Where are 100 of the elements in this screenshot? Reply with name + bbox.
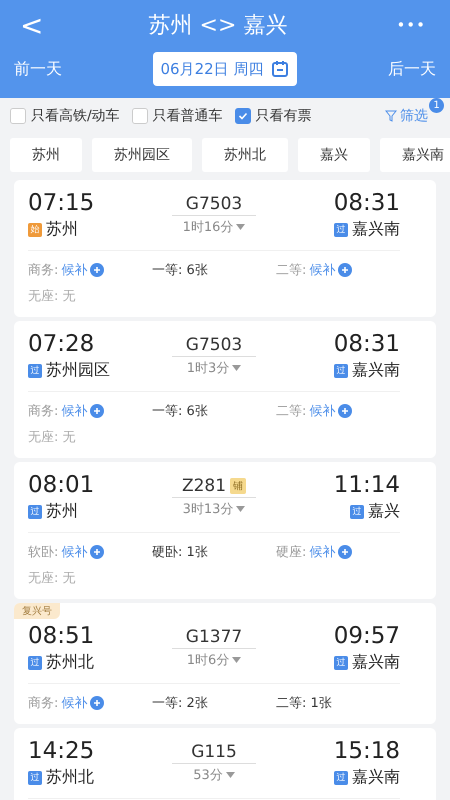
duration-button[interactable]: 3时13分 xyxy=(182,498,246,520)
seat-availability: 一等: 2张 xyxy=(152,695,208,712)
departure-station: 苏州园区 xyxy=(46,360,110,381)
page-title: 苏州 <> 嘉兴 xyxy=(148,12,288,40)
waitlist-button[interactable]: 候补 xyxy=(61,694,104,712)
seat-class: 商务: xyxy=(28,262,58,279)
seat-class: 商务: xyxy=(28,403,58,420)
more-button[interactable]: ••• xyxy=(386,16,436,34)
arrival-time: 09:57 xyxy=(334,623,400,649)
departure-time: 08:51 xyxy=(28,623,94,649)
seat-availability: 无座: 无 xyxy=(28,429,76,446)
train-card[interactable]: 07:28 过 苏州园区 G7503 1时3分 08:31 过 嘉兴南 商务: 候补 一等: 6张 二等: 候补 无座: 无 xyxy=(14,321,436,458)
station-tag: 过 xyxy=(334,364,348,378)
arrival-station: 嘉兴南 xyxy=(352,360,400,381)
departure-time: 07:28 xyxy=(28,331,94,357)
station-chip[interactable]: 嘉兴南 xyxy=(380,138,450,172)
waitlist-button[interactable]: 候补 xyxy=(61,543,104,561)
departure-time: 08:01 xyxy=(28,472,94,498)
departure-station: 苏州 xyxy=(46,219,78,240)
caret-icon xyxy=(232,657,242,663)
arrival-station: 嘉兴南 xyxy=(352,767,400,788)
arrival-time: 11:14 xyxy=(334,472,400,498)
train-number: G1377 xyxy=(186,627,242,647)
calendar-icon xyxy=(271,60,290,78)
seat-class: 二等: xyxy=(276,262,306,279)
train-number: G115 xyxy=(191,742,237,762)
waitlist-button[interactable]: 候补 xyxy=(309,402,352,420)
train-card[interactable]: 复兴号 08:51 过 苏州北 G1377 1时6分 09:57 过 嘉兴南 商务: 候补 一等: 2张 二等: 1张 xyxy=(14,603,436,724)
duration-button[interactable]: 1时6分 xyxy=(186,649,242,671)
seat-availability: 硬卧: 1张 xyxy=(152,544,208,561)
date-picker[interactable]: 06月22日 周四 xyxy=(152,52,298,86)
next-day-button[interactable]: 后一天 xyxy=(388,58,436,80)
seat-availability: 无座: 无 xyxy=(28,288,76,305)
seat-availability: 一等: 6张 xyxy=(152,403,208,420)
arrival-station: 嘉兴 xyxy=(368,501,400,522)
seat-availability: 无座: 无 xyxy=(28,570,76,587)
seat-class: 二等: xyxy=(276,403,306,420)
filter-icon xyxy=(385,110,397,122)
station-tag: 过 xyxy=(334,770,348,784)
waitlist-button[interactable]: 候补 xyxy=(61,402,104,420)
seat-class: 软卧: xyxy=(28,544,58,561)
plus-icon xyxy=(338,545,352,559)
plus-icon xyxy=(90,696,104,710)
duration-button[interactable]: 53分 xyxy=(193,764,235,786)
station-chip[interactable]: 苏州北 xyxy=(202,138,288,172)
train-card[interactable]: 08:01 过 苏州 Z281 铺 3时13分 11:14 过 嘉兴 软卧: 候补 硬卧: 1张 硬座: 候补 无座: 无 xyxy=(14,462,436,599)
station-tag: 始 xyxy=(28,222,42,236)
seat-class: 硬座: xyxy=(276,544,306,561)
train-card[interactable]: 07:15 始 苏州 G7503 1时16分 08:31 过 嘉兴南 商务: 候补 一等: 6张 二等: 候补 无座: 无 xyxy=(14,180,436,317)
waitlist-button[interactable]: 候补 xyxy=(309,261,352,279)
train-card[interactable]: 14:25 过 苏州北 G115 53分 15:18 过 嘉兴南 xyxy=(14,728,436,800)
arrival-station: 嘉兴南 xyxy=(352,652,400,673)
waitlist-button[interactable]: 候补 xyxy=(61,261,104,279)
seat-class: 商务: xyxy=(28,695,58,712)
station-tag: 过 xyxy=(28,770,42,784)
departure-station: 苏州北 xyxy=(46,767,94,788)
duration-button[interactable]: 1时16分 xyxy=(182,216,246,238)
filter-checkbox[interactable]: 只看有票 xyxy=(234,107,312,125)
train-number: Z281 xyxy=(182,476,226,496)
check-icon xyxy=(238,111,248,121)
seat-availability: 二等: 1张 xyxy=(276,695,332,712)
waitlist-button[interactable]: 候补 xyxy=(309,543,352,561)
station-tag: 过 xyxy=(334,656,348,670)
plus-icon xyxy=(90,404,104,418)
filter-checkbox[interactable]: 只看高铁/动车 xyxy=(10,107,120,125)
caret-icon xyxy=(236,224,246,230)
train-number: G7503 xyxy=(186,335,242,355)
previous-day-button[interactable]: 前一天 xyxy=(14,58,62,80)
station-chip[interactable]: 苏州园区 xyxy=(92,138,192,172)
plus-icon xyxy=(338,404,352,418)
arrival-time: 15:18 xyxy=(334,738,400,764)
plus-icon xyxy=(90,545,104,559)
station-tag: 过 xyxy=(350,504,364,518)
arrival-time: 08:31 xyxy=(334,331,400,357)
station-tag: 过 xyxy=(334,222,348,236)
filter-button[interactable]: 筛选 xyxy=(381,107,432,125)
departure-time: 14:25 xyxy=(28,738,94,764)
count-badge: 1 xyxy=(429,98,444,113)
station-chip[interactable]: 苏州 xyxy=(10,138,82,172)
departure-time: 07:15 xyxy=(28,190,94,216)
caret-icon xyxy=(232,365,242,371)
departure-station: 苏州 xyxy=(46,501,78,522)
departure-station: 苏州北 xyxy=(46,652,94,673)
plus-icon xyxy=(338,263,352,277)
berth-tag: 铺 xyxy=(230,478,246,494)
train-number: G7503 xyxy=(186,194,242,214)
arrival-time: 08:31 xyxy=(334,190,400,216)
duration-button[interactable]: 1时3分 xyxy=(186,357,242,379)
filter-checkbox[interactable]: 只看普通车 xyxy=(132,107,223,125)
station-tag: 过 xyxy=(28,656,42,670)
caret-icon xyxy=(236,506,246,512)
back-button[interactable]: < xyxy=(14,8,50,42)
station-tag: 过 xyxy=(28,364,42,378)
station-tag: 过 xyxy=(28,504,42,518)
station-chip[interactable]: 嘉兴 xyxy=(298,138,370,172)
train-type-tag: 复兴号 xyxy=(14,603,60,619)
caret-icon xyxy=(226,772,235,778)
arrival-station: 嘉兴南 xyxy=(352,219,400,240)
plus-icon xyxy=(90,263,104,277)
seat-availability: 一等: 6张 xyxy=(152,262,208,279)
